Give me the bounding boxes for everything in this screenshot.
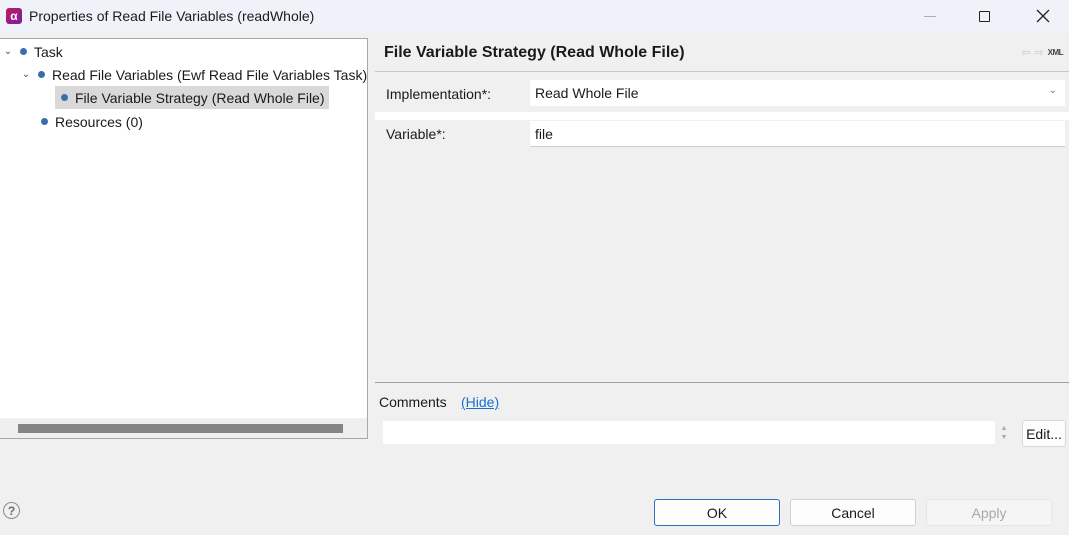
minimize-icon <box>924 15 936 17</box>
help-icon[interactable]: ? <box>3 502 20 519</box>
tree-item-file-variable-strategy[interactable]: File Variable Strategy (Read Whole File) <box>55 86 329 109</box>
comments-input[interactable] <box>383 421 995 444</box>
window-title: Properties of Read File Variables (readW… <box>29 8 315 24</box>
nav-toolbar: ⇦ ⇨ XML <box>1021 46 1063 59</box>
implementation-label: Implementation*: <box>386 86 492 102</box>
chevron-down-icon[interactable]: ⌄ <box>2 46 14 57</box>
node-icon <box>61 94 68 101</box>
horizontal-scrollbar[interactable] <box>0 418 367 438</box>
close-icon <box>1036 9 1050 23</box>
close-button[interactable] <box>1020 0 1066 32</box>
node-icon <box>41 118 48 125</box>
variable-value: file <box>535 125 553 142</box>
comments-spinner[interactable]: ▲ ▼ <box>998 421 1010 444</box>
ok-button[interactable]: OK <box>654 499 780 526</box>
variable-input[interactable]: file <box>530 121 1065 147</box>
chevron-down-icon[interactable]: ⌄ <box>20 69 32 80</box>
tree-item-read-file-variables[interactable]: ⌄ Read File Variables (Ewf Read File Var… <box>20 63 367 86</box>
variable-label: Variable*: <box>386 126 446 142</box>
xml-icon[interactable]: XML <box>1048 48 1064 57</box>
implementation-value: Read Whole File <box>535 85 639 101</box>
node-icon <box>38 71 45 78</box>
comments-label: Comments <box>379 394 447 410</box>
header-divider <box>375 71 1069 72</box>
row-separator <box>375 112 1069 120</box>
comments-divider <box>375 382 1069 383</box>
tree-item-label: Resources (0) <box>55 113 143 130</box>
tree-item-task[interactable]: ⌄ Task <box>2 40 63 63</box>
back-arrow-icon[interactable]: ⇦ <box>1021 46 1030 59</box>
cancel-button[interactable]: Cancel <box>790 499 916 526</box>
apply-button[interactable]: Apply <box>926 499 1052 526</box>
chevron-down-icon: ⌄ <box>1048 85 1057 96</box>
title-bar: α Properties of Read File Variables (rea… <box>0 0 1069 32</box>
tree-item-label: Read File Variables (Ewf Read File Varia… <box>52 66 368 83</box>
spin-down-icon[interactable]: ▼ <box>1001 433 1008 442</box>
tree-panel: ⌄ Task ⌄ Read File Variables (Ewf Read F… <box>0 38 368 439</box>
spin-up-icon[interactable]: ▲ <box>1001 424 1008 433</box>
edit-comments-button[interactable]: Edit... <box>1022 420 1066 447</box>
app-logo-icon: α <box>6 8 22 24</box>
implementation-dropdown[interactable]: Read Whole File ⌄ <box>530 80 1065 106</box>
node-icon <box>20 48 27 55</box>
minimize-button[interactable] <box>907 0 953 32</box>
maximize-button[interactable] <box>961 0 1007 32</box>
tree-item-label: File Variable Strategy (Read Whole File) <box>75 89 325 106</box>
maximize-icon <box>978 10 990 22</box>
hide-comments-link[interactable]: (Hide) <box>461 394 499 410</box>
tree-item-resources[interactable]: Resources (0) <box>35 110 143 133</box>
tree-item-label: Task <box>34 43 63 60</box>
forward-arrow-icon[interactable]: ⇨ <box>1034 46 1043 59</box>
details-panel: File Variable Strategy (Read Whole File)… <box>375 38 1069 448</box>
details-title: File Variable Strategy (Read Whole File) <box>384 44 685 61</box>
scrollbar-thumb[interactable] <box>18 424 343 433</box>
